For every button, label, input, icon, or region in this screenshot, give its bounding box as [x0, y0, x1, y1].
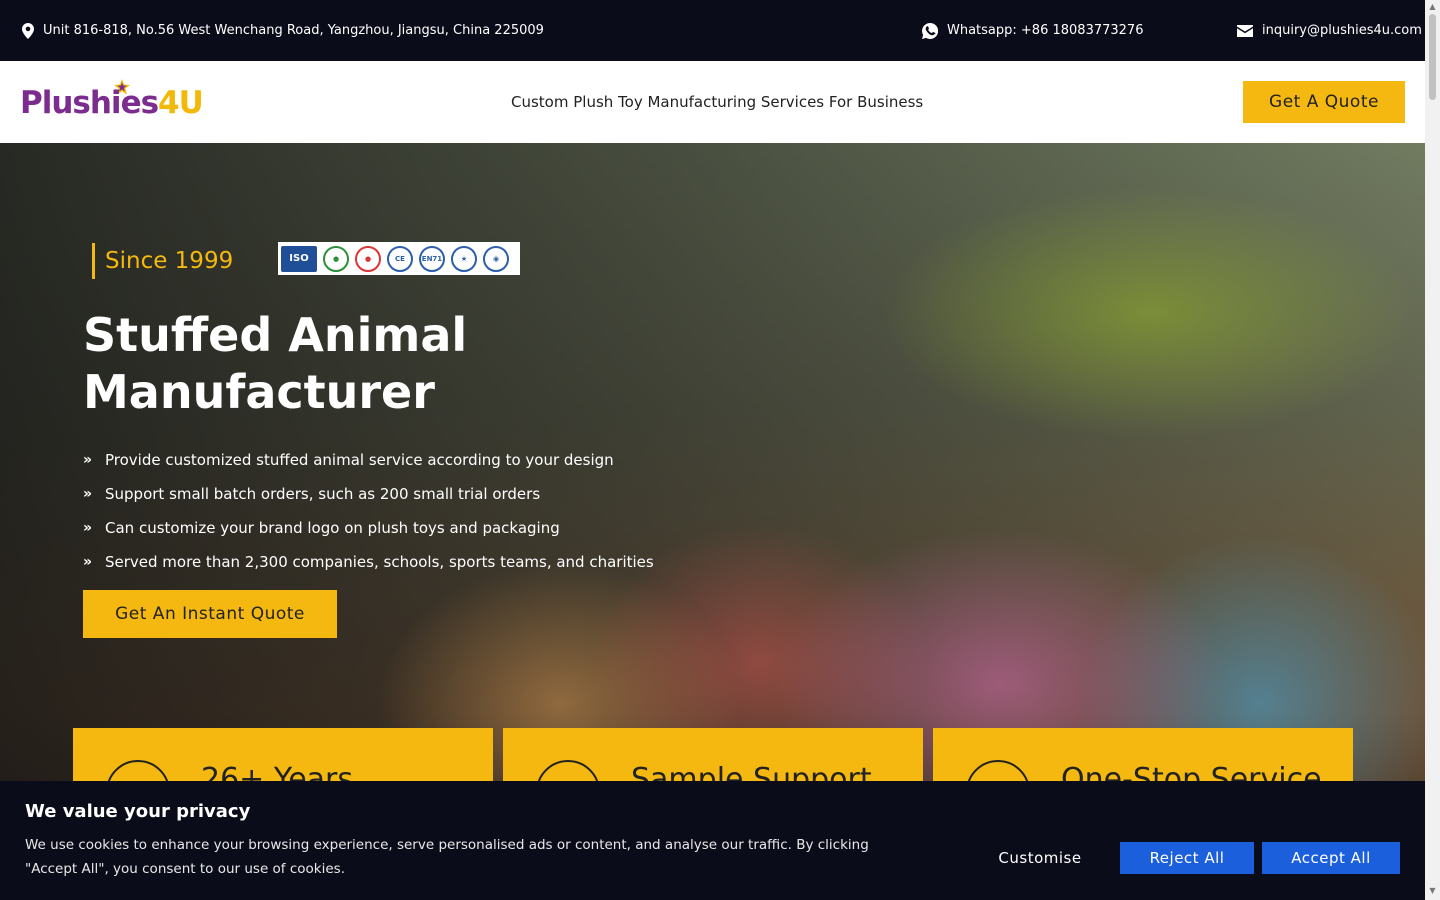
bullet-text: Support small batch orders, such as 200 … [105, 485, 541, 503]
whatsapp-item[interactable]: Whatsapp: +86 18083773276 [922, 0, 1143, 61]
cookie-title: We value your privacy [25, 801, 251, 822]
double-chevron-right-icon: » [83, 486, 93, 502]
top-info-bar: Unit 816-818, No.56 West Wenchang Road, … [0, 0, 1425, 61]
hero-title-line1: Stuffed Animal [83, 308, 468, 362]
cookie-consent-banner: We value your privacy We use cookies to … [0, 781, 1425, 900]
envelope-icon [1237, 24, 1253, 37]
scroll-up-icon[interactable]: ▲ [1428, 2, 1437, 11]
sedex-badge-icon: ● [355, 245, 381, 272]
scroll-down-icon[interactable]: ▼ [1428, 886, 1437, 895]
cpsia-badge-icon: ◉ [483, 245, 509, 272]
whatsapp-text[interactable]: Whatsapp: +86 18083773276 [947, 23, 1143, 38]
bsci-badge-icon: ● [323, 245, 349, 272]
double-chevron-right-icon: » [83, 452, 93, 468]
bullet-text: Provide customized stuffed animal servic… [105, 451, 614, 469]
whatsapp-icon [922, 22, 938, 39]
get-a-quote-button[interactable]: Get A Quote [1243, 81, 1405, 123]
double-chevron-right-icon: » [83, 520, 93, 536]
logo-text: Plushies4U [20, 85, 204, 121]
bullet-text: Served more than 2,300 companies, school… [105, 553, 654, 571]
page-scrollbar[interactable]: ▲ ▼ [1425, 0, 1440, 900]
address-item: Unit 816-818, No.56 West Wenchang Road, … [22, 0, 544, 61]
site-logo[interactable]: Plushies4U [20, 79, 225, 127]
cookie-text: We use cookies to enhance your browsing … [25, 837, 869, 877]
list-item: » Provide customized stuffed animal servi… [83, 443, 654, 477]
iso-badge-icon: ISO [281, 245, 317, 272]
since-label: Since 1999 [92, 243, 233, 279]
logo-main: Plushies [20, 85, 159, 121]
site-header: Plushies4U Custom Plush Toy Manufacturin… [0, 61, 1425, 143]
double-chevron-right-icon: » [83, 554, 93, 570]
location-pin-icon [22, 22, 34, 39]
list-item: » Can customize your brand logo on plush … [83, 511, 654, 545]
ce-badge-icon: CE [387, 245, 413, 272]
email-item[interactable]: inquiry@plushies4u.com [1237, 0, 1422, 61]
certification-badges: ISO ● ● CE EN71 ★ ◉ [278, 242, 520, 275]
reject-all-button[interactable]: Reject All [1120, 842, 1254, 874]
hero-title-line2: Manufacturer [83, 365, 435, 419]
scrollbar-thumb[interactable] [1429, 14, 1436, 100]
header-tagline: Custom Plush Toy Manufacturing Services … [511, 93, 924, 111]
bullet-text: Can customize your brand logo on plush t… [105, 519, 560, 537]
hero-title: Stuffed Animal Manufacturer [83, 307, 603, 421]
list-item: » Served more than 2,300 companies, schoo… [83, 545, 654, 579]
hero-bullet-list: » Provide customized stuffed animal servi… [83, 443, 654, 579]
en71-badge-icon: EN71 [419, 245, 445, 272]
get-instant-quote-button[interactable]: Get An Instant Quote [83, 590, 337, 638]
logo-accent: 4U [158, 85, 204, 121]
address-text: Unit 816-818, No.56 West Wenchang Road, … [43, 23, 544, 38]
accept-all-button[interactable]: Accept All [1262, 842, 1400, 874]
list-item: » Support small batch orders, such as 200… [83, 477, 654, 511]
email-text[interactable]: inquiry@plushies4u.com [1262, 23, 1422, 38]
customise-button[interactable]: Customise [980, 842, 1100, 874]
astm-badge-icon: ★ [451, 245, 477, 272]
